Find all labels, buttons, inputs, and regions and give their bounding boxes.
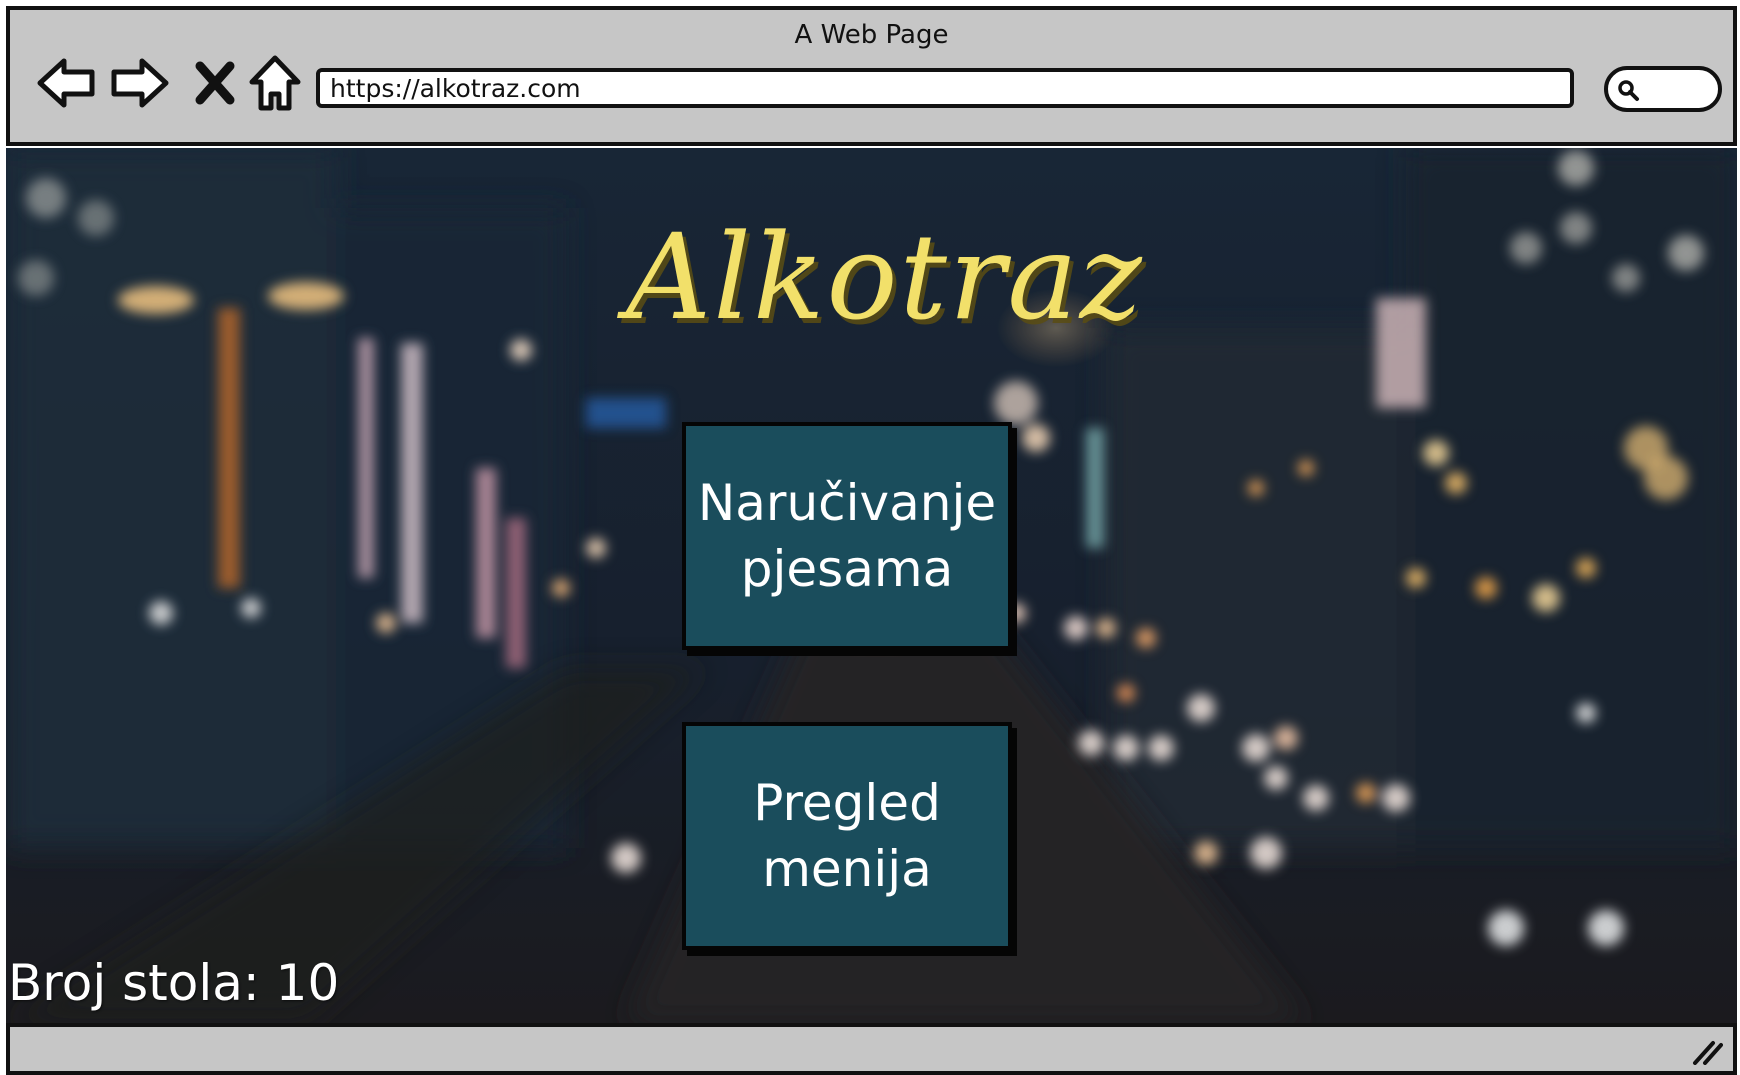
resize-grip-icon[interactable]: [1691, 1037, 1723, 1065]
url-text: https://alkotraz.com: [330, 74, 581, 103]
browser-window: A Web Page https://alkotraz.com Alkotraz…: [3, 3, 1737, 1075]
home-icon[interactable]: [244, 52, 306, 114]
stop-icon[interactable]: [186, 52, 248, 114]
back-icon[interactable]: [36, 52, 98, 114]
status-bar: [6, 1023, 1737, 1075]
browser-toolbar: A Web Page https://alkotraz.com: [6, 6, 1737, 146]
page-content: Alkotraz Naručivanje pjesama Pregled men…: [6, 148, 1737, 1023]
forward-icon[interactable]: [108, 52, 170, 114]
song-ordering-button[interactable]: Naručivanje pjesama: [682, 422, 1012, 650]
song-ordering-label: Naručivanje pjesama: [697, 474, 997, 598]
menu-overview-button[interactable]: Pregled menija: [682, 722, 1012, 950]
alkotraz-logo: Alkotraz: [626, 208, 1144, 346]
search-input[interactable]: [1604, 66, 1722, 112]
window-title: A Web Page: [794, 20, 949, 50]
table-number-label: Broj stola: 10: [8, 954, 340, 1012]
menu-overview-label: Pregled menija: [753, 774, 941, 898]
search-icon: [1618, 80, 1639, 101]
address-bar[interactable]: https://alkotraz.com: [316, 68, 1574, 108]
